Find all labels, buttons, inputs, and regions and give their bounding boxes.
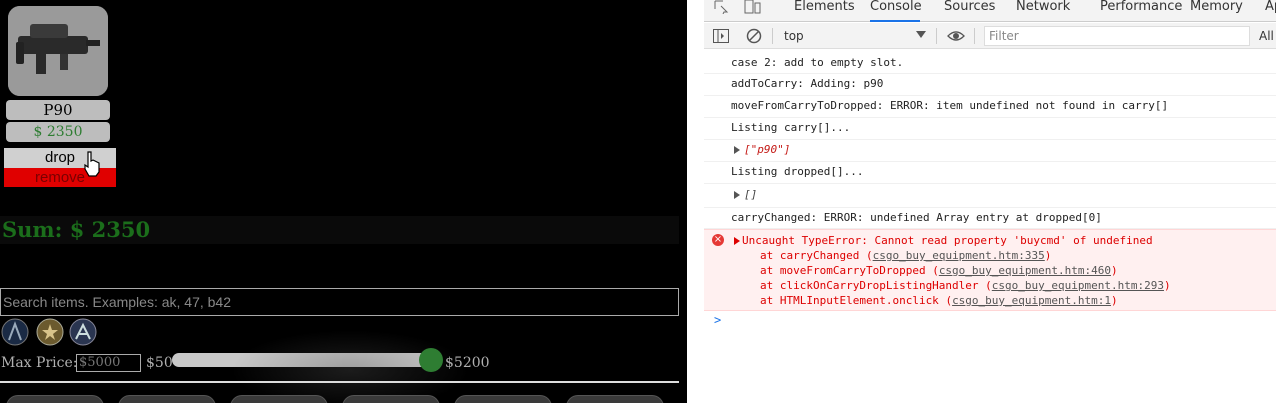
stack-frame-function: at moveFromCarryToDropped (760, 264, 933, 277)
category-tab-6[interactable] (566, 395, 664, 403)
stack-frame-link[interactable]: csgo_buy_equipment.htm:335 (873, 249, 1045, 262)
buy-equipment-app: P90 $ 2350 drop remove Sum: $ 2350 Searc… (0, 0, 687, 403)
context-select-value: top (784, 29, 804, 43)
log-levels-dropdown[interactable]: All (1259, 28, 1274, 44)
stack-frame-link[interactable]: csgo_buy_equipment.htm:1 (952, 294, 1111, 307)
tab-sources[interactable]: Sources (944, 0, 995, 22)
hand-cursor-icon (84, 151, 100, 177)
console-array-carry[interactable]: ["p90"] (704, 140, 1276, 162)
filter-input[interactable]: Filter (984, 26, 1250, 46)
expand-arrow-icon[interactable] (734, 237, 740, 245)
console-log-line: case 2: add to empty slot. (704, 55, 1276, 74)
expand-arrow-icon[interactable] (734, 146, 740, 154)
item-name-label: P90 (6, 100, 110, 120)
price-max-label: $5200 (445, 355, 490, 371)
search-input[interactable]: Search items. Examples: ak, 47, b42 (0, 288, 679, 316)
inspect-element-icon[interactable] (714, 0, 730, 14)
array-preview-text: ["p90"] (744, 143, 791, 156)
stack-frame: at HTMLInputElement.onclick (csgo_buy_eq… (760, 294, 1118, 307)
toolbar-separator (974, 28, 975, 44)
rank-badge-silver-icon[interactable] (1, 318, 29, 346)
tab-memory[interactable]: Memory (1190, 0, 1243, 22)
price-slider-thumb[interactable] (419, 348, 443, 372)
item-price-label: $ 2350 (6, 122, 110, 142)
divider-line (0, 381, 679, 383)
stack-frame-function: at carryChanged (760, 249, 866, 262)
stack-frame-link[interactable]: csgo_buy_equipment.htm:293 (992, 279, 1164, 292)
tab-performance[interactable]: Performance (1100, 0, 1182, 22)
stack-frame: at clickOnCarryDropListingHandler (csgo_… (760, 279, 1171, 292)
array-preview-text: [] (744, 188, 758, 201)
tab-application[interactable]: Ap (1265, 0, 1276, 22)
dropdown-arrow-icon[interactable] (916, 31, 926, 39)
stack-frame: at carryChanged (csgo_buy_equipment.htm:… (760, 249, 1052, 262)
category-tab-3[interactable] (230, 395, 328, 403)
max-price-label: Max Price: (1, 355, 78, 371)
context-select[interactable]: top (784, 27, 928, 45)
category-tab-2[interactable] (118, 395, 216, 403)
clear-console-icon[interactable] (746, 28, 762, 44)
tab-console[interactable]: Console (870, 0, 922, 22)
console-log-line: moveFromCarryToDropped: ERROR: item unde… (704, 96, 1276, 118)
toolbar-separator (772, 28, 773, 44)
devtools-tab-bar: Elements Console Sources Network Perform… (704, 0, 1276, 22)
devtools-panel: Elements Console Sources Network Perform… (704, 0, 1276, 403)
stack-frame-link[interactable]: csgo_buy_equipment.htm:460 (939, 264, 1111, 277)
category-tab-4[interactable] (342, 395, 440, 403)
console-log-line: Listing dropped[]... (704, 162, 1276, 184)
stack-frame: at moveFromCarryToDropped (csgo_buy_equi… (760, 264, 1118, 277)
category-tab-5[interactable] (454, 395, 552, 403)
p90-item-image[interactable] (8, 6, 108, 96)
stack-frame-function: at clickOnCarryDropListingHandler (760, 279, 986, 292)
toolbar-separator (936, 28, 937, 44)
console-log-line: carryChanged: ERROR: undefined Array ent… (704, 208, 1276, 229)
pane-divider[interactable] (687, 0, 704, 403)
sum-total: Sum: $ 2350 (2, 217, 151, 242)
expand-arrow-icon[interactable] (734, 191, 740, 199)
tab-network[interactable]: Network (1016, 0, 1070, 22)
price-min-label: $50 (146, 355, 173, 371)
sidebar-toggle-icon[interactable] (713, 29, 729, 43)
console-log-line: addToCarry: Adding: p90 (704, 74, 1276, 96)
max-price-input[interactable]: $5000 (76, 354, 141, 372)
console-log-line: Listing carry[]... (704, 118, 1276, 140)
stack-frame-function: at HTMLInputElement.onclick (760, 294, 946, 307)
rank-badge-elite-icon[interactable] (69, 318, 97, 346)
error-icon: × (712, 234, 724, 246)
rank-badge-gold-icon[interactable] (36, 318, 64, 346)
console-array-dropped[interactable]: [] (704, 184, 1276, 208)
error-message: Uncaught TypeError: Cannot read property… (742, 234, 1153, 247)
category-tab-1[interactable] (6, 395, 104, 403)
console-prompt[interactable]: > (714, 313, 721, 327)
device-toolbar-icon[interactable] (744, 0, 762, 14)
eye-icon[interactable] (947, 29, 965, 43)
tab-elements[interactable]: Elements (794, 0, 855, 22)
